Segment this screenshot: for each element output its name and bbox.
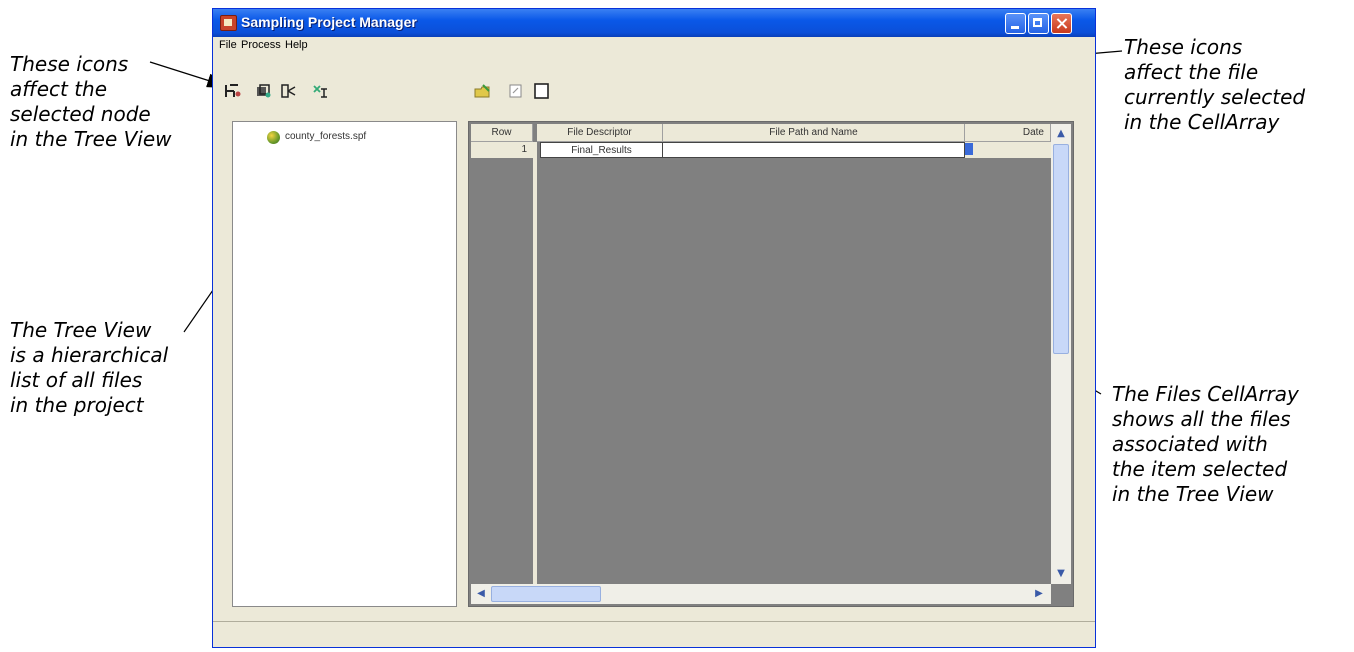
menu-file[interactable]: File — [219, 39, 237, 51]
minimize-button[interactable] — [1005, 13, 1026, 34]
horizontal-scrollbar[interactable]: ◀ ▶ — [471, 584, 1051, 604]
file-descriptor-cell[interactable]: Final_Results — [540, 142, 663, 158]
tree-view[interactable]: county_forests.spf — [232, 121, 457, 607]
row-gutter — [471, 158, 533, 584]
edit-node-icon[interactable] — [311, 83, 329, 99]
column-header-row[interactable]: Row — [471, 124, 533, 142]
files-cellarray[interactable]: Row File Descriptor File Path and Name D… — [468, 121, 1074, 607]
column-header-date[interactable]: Date — [965, 124, 1051, 142]
scroll-left-icon[interactable]: ◀ — [473, 586, 489, 602]
file-chooser-icon[interactable] — [965, 143, 973, 155]
open-file-icon[interactable] — [474, 83, 492, 99]
new-node-icon[interactable] — [224, 83, 242, 99]
vertical-scroll-thumb[interactable] — [1053, 144, 1069, 354]
sampling-project-manager-window: Sampling Project Manager File Process He… — [212, 8, 1096, 648]
column-divider — [533, 142, 537, 588]
horizontal-scroll-thumb[interactable] — [491, 586, 601, 602]
window-title: Sampling Project Manager — [241, 14, 417, 30]
tree-node-label: county_forests.spf — [285, 131, 367, 142]
callout-node-icons: These icons affect the selected node in th… — [10, 52, 172, 151]
date-cell[interactable] — [965, 142, 1051, 158]
scroll-right-icon[interactable]: ▶ — [1031, 586, 1047, 602]
menu-process[interactable]: Process — [241, 39, 281, 51]
callout-cellarray: The Files CellArray shows all the files a… — [1112, 382, 1299, 506]
open-node-icon[interactable] — [254, 83, 272, 99]
vertical-scrollbar[interactable]: ▲ ▼ — [1051, 124, 1071, 584]
row-number-cell[interactable]: 1 — [471, 142, 533, 158]
properties-icon[interactable] — [533, 83, 551, 99]
app-icon — [220, 15, 237, 31]
callout-tree-view: The Tree View is a hierarchical list of a… — [10, 318, 169, 417]
connect-node-icon[interactable] — [280, 83, 298, 99]
close-button[interactable] — [1051, 13, 1072, 34]
maximize-button[interactable] — [1028, 13, 1049, 34]
column-header-file-path[interactable]: File Path and Name — [663, 124, 965, 142]
menu-bar: File Process Help — [213, 37, 1095, 55]
title-bar[interactable]: Sampling Project Manager — [213, 9, 1095, 37]
file-path-cell[interactable] — [663, 142, 965, 158]
status-bar — [213, 621, 1095, 647]
scroll-up-icon[interactable]: ▲ — [1053, 126, 1069, 142]
callout-file-icons: These icons affect the file currently sel… — [1124, 35, 1306, 134]
scroll-down-icon[interactable]: ▼ — [1053, 566, 1069, 582]
project-icon — [267, 131, 280, 144]
view-file-icon[interactable] — [507, 83, 525, 99]
menu-help[interactable]: Help — [285, 39, 308, 51]
column-header-file-descriptor[interactable]: File Descriptor — [537, 124, 663, 142]
